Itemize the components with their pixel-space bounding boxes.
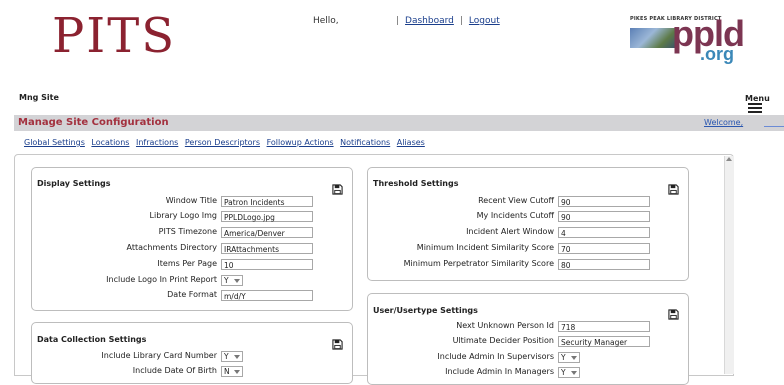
chevron-down-icon — [234, 279, 240, 283]
include-logo-select[interactable]: Y — [221, 275, 243, 286]
subnav-notifications[interactable]: Notifications — [340, 138, 390, 147]
threshold-settings-title: Threshold Settings — [373, 179, 459, 188]
ultimate-decider-position-label: Ultimate Decider Position — [452, 336, 554, 345]
page-title-bar: Manage Site Configuration Welcome, — [14, 115, 784, 131]
date-format-input[interactable]: m/d/Y — [221, 290, 313, 301]
incident-alert-window-label: Incident Alert Window — [466, 227, 554, 236]
welcome-link[interactable]: Welcome, — [704, 118, 743, 127]
ultimate-decider-position-input[interactable]: Security Manager — [558, 336, 650, 347]
user-usertype-settings-title: User/Usertype Settings — [373, 306, 478, 315]
minimum-incident-similarity-score-label: Minimum Incident Similarity Score — [416, 243, 554, 252]
display-settings-title: Display Settings — [37, 179, 111, 188]
threshold-settings-panel: Threshold Settings Recent View Cutoff 90… — [367, 167, 689, 281]
include-library-card-number-select[interactable]: Y — [221, 351, 243, 362]
dashboard-link[interactable]: Dashboard — [405, 16, 454, 26]
nav-separator: | — [459, 16, 463, 26]
logout-link[interactable]: Logout — [469, 16, 500, 26]
site-label: Mng Site — [19, 93, 59, 102]
user-usertype-settings-panel: User/Usertype Settings Next Unknown Pers… — [367, 293, 689, 385]
welcome-underline — [764, 126, 784, 127]
include-admin-in-supervisors-select[interactable]: Y — [558, 352, 580, 363]
subnav-followup-actions[interactable]: Followup Actions — [267, 138, 334, 147]
include-library-card-number-value: Y — [224, 352, 229, 361]
district-logo: PIKES PEAK LIBRARY DISTRICT ppld .org — [630, 14, 752, 68]
attachments-directory-input[interactable]: IRAttachments — [221, 243, 313, 254]
pits-timezone-input[interactable]: America/Denver — [221, 227, 313, 238]
my-incidents-cutoff-input[interactable]: 90 — [558, 211, 650, 222]
display-settings-panel: Display Settings Window Title Patron Inc… — [31, 167, 353, 311]
next-unknown-person-id-label: Next Unknown Person Id — [456, 321, 554, 330]
data-collection-settings-panel: Data Collection Settings Include Library… — [31, 322, 353, 384]
menu-label: Menu — [745, 94, 770, 103]
items-per-page-input[interactable]: 10 — [221, 259, 313, 270]
window-title-label: Window Title — [165, 196, 217, 205]
chevron-down-icon — [234, 370, 240, 374]
next-unknown-person-id-input[interactable]: 718 — [558, 321, 650, 332]
attachments-directory-label: Attachments Directory — [126, 243, 217, 252]
menu-button[interactable]: Menu — [745, 94, 784, 113]
minimum-perpetrator-similarity-score-input[interactable]: 80 — [558, 259, 650, 270]
library-logo-img-label: Library Logo Img — [149, 211, 217, 220]
minimum-perpetrator-similarity-score-label: Minimum Perpetrator Similarity Score — [403, 259, 554, 268]
subnav-aliases[interactable]: Aliases — [397, 138, 425, 147]
page-title: Manage Site Configuration — [18, 117, 169, 128]
include-logo-in-print-report-label: Include Logo In Print Report — [106, 275, 217, 284]
include-logo-value: Y — [224, 276, 229, 285]
district-tld: .org — [700, 44, 734, 64]
chevron-down-icon — [571, 356, 577, 360]
subnav-locations[interactable]: Locations — [91, 138, 129, 147]
recent-view-cutoff-label: Recent View Cutoff — [478, 196, 554, 205]
include-admin-in-managers-select[interactable]: Y — [558, 367, 580, 378]
my-incidents-cutoff-label: My Incidents Cutoff — [476, 211, 554, 220]
app-logo: PITS — [52, 8, 177, 64]
nav-separator: | — [396, 16, 400, 26]
recent-view-cutoff-input[interactable]: 90 — [558, 196, 650, 207]
library-logo-img-input[interactable]: PPLDLogo.jpg — [221, 211, 313, 222]
window-title-input[interactable]: Patron Incidents — [221, 196, 313, 207]
save-icon[interactable] — [668, 309, 679, 320]
save-icon[interactable] — [668, 184, 679, 195]
greeting-text: Hello, — [313, 16, 339, 26]
include-date-of-birth-select[interactable]: N — [221, 366, 243, 377]
include-library-card-number-label: Include Library Card Number — [101, 351, 217, 360]
chevron-down-icon — [234, 355, 240, 359]
data-collection-settings-title: Data Collection Settings — [37, 335, 147, 344]
subnav-global-settings[interactable]: Global Settings — [24, 138, 85, 147]
save-icon[interactable] — [332, 339, 343, 350]
chevron-down-icon — [571, 371, 577, 375]
hamburger-icon — [748, 103, 762, 113]
top-nav: | Dashboard | Logout — [390, 16, 500, 26]
include-date-of-birth-value: N — [224, 367, 230, 376]
date-format-label: Date Format — [167, 290, 217, 299]
minimum-incident-similarity-score-input[interactable]: 70 — [558, 243, 650, 254]
include-admin-in-managers-label: Include Admin In Managers — [445, 367, 554, 376]
subnav-person-descriptors[interactable]: Person Descriptors — [185, 138, 260, 147]
vertical-scrollbar[interactable] — [724, 156, 734, 374]
incident-alert-window-input[interactable]: 4 — [558, 227, 650, 238]
items-per-page-label: Items Per Page — [157, 259, 217, 268]
include-admin-in-supervisors-label: Include Admin In Supervisors — [437, 352, 554, 361]
scroll-up-arrow-icon[interactable] — [726, 157, 732, 161]
pits-timezone-label: PITS Timezone — [158, 227, 217, 236]
settings-subnav: Global Settings Locations Infractions Pe… — [24, 138, 429, 147]
subnav-infractions[interactable]: Infractions — [136, 138, 178, 147]
include-admin-in-managers-value: Y — [561, 368, 566, 377]
include-admin-in-supervisors-value: Y — [561, 353, 566, 362]
district-photo-strip — [630, 28, 678, 48]
save-icon[interactable] — [332, 184, 343, 195]
